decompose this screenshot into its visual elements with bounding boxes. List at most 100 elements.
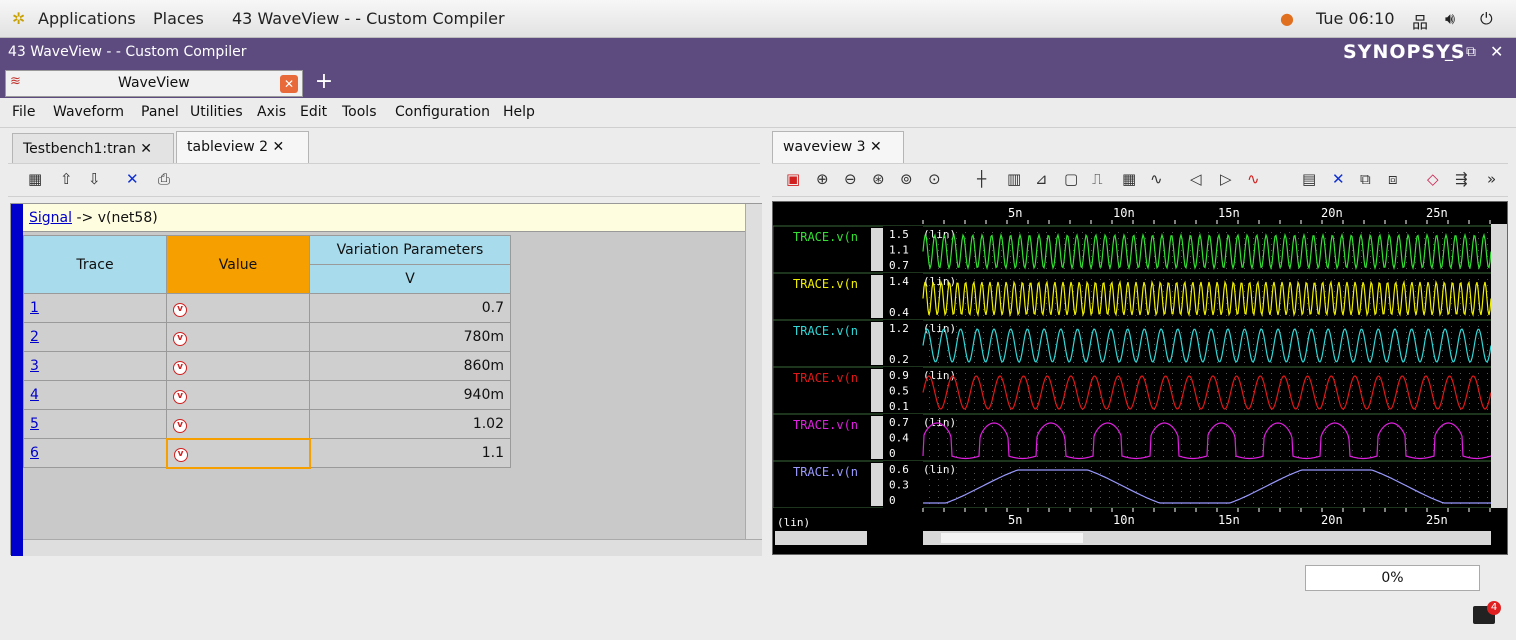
trace-row-scrollbar[interactable] — [871, 322, 883, 365]
grid-dot — [1406, 291, 1407, 292]
table-row[interactable]: 2 v 780m — [23, 322, 511, 352]
cursor-icon[interactable]: ┼ — [977, 170, 986, 188]
header-variation[interactable]: Variation Parameters — [309, 235, 511, 265]
applications-menu[interactable]: Applications — [38, 9, 136, 28]
export-icon[interactable]: ⎙ — [158, 170, 170, 188]
signal-link[interactable]: Signal — [29, 210, 72, 226]
menu-help[interactable]: Help — [503, 104, 535, 120]
trace-link[interactable]: 5 — [30, 416, 39, 432]
trace-row-scrollbar[interactable] — [871, 228, 883, 271]
remove-trace-icon[interactable]: ✕ — [1332, 170, 1345, 188]
zoom-out-icon[interactable]: ⊖ — [844, 170, 857, 188]
value-icon[interactable]: v — [173, 418, 187, 433]
header-v[interactable]: V — [309, 264, 511, 294]
measure-icon[interactable]: ⊿ — [1035, 170, 1048, 188]
tab-waveview[interactable]: ≋ WaveView ✕ — [5, 70, 303, 97]
table-row[interactable]: 5 v 1.02 — [23, 409, 511, 439]
export-wave-icon[interactable]: ⇶ — [1455, 170, 1468, 188]
trace-row-scrollbar[interactable] — [871, 369, 883, 412]
table-row[interactable]: 3 v 860m — [23, 351, 511, 381]
wave-vertical-scrollbar[interactable] — [1491, 224, 1507, 512]
menu-tools[interactable]: Tools — [342, 104, 377, 120]
label-horizontal-scrollbar[interactable] — [775, 531, 867, 545]
table-row[interactable]: 4 v 940m — [23, 380, 511, 410]
clock[interactable]: Tue 06:10 — [1316, 9, 1395, 28]
trace-link[interactable]: 1 — [30, 300, 39, 316]
notification-badge[interactable]: 4 — [1487, 601, 1501, 615]
active-window-title[interactable]: 43 WaveView - - Custom Compiler — [232, 9, 505, 28]
delete-icon[interactable]: ✕ — [126, 170, 139, 188]
places-menu[interactable]: Places — [153, 9, 204, 28]
trace-link[interactable]: 6 — [30, 445, 39, 461]
grid-dot — [1487, 420, 1488, 421]
annotate-icon[interactable]: ▢ — [1064, 170, 1078, 188]
analog-icon[interactable]: ∿ — [1150, 170, 1163, 188]
move-down-icon[interactable]: ⇩ — [88, 170, 101, 188]
grid-dot — [1064, 491, 1065, 492]
trace-link[interactable]: 4 — [30, 387, 39, 403]
value-icon[interactable]: v — [173, 361, 187, 375]
grid-dot — [1181, 256, 1182, 257]
table-horizontal-scrollbar[interactable] — [23, 539, 762, 556]
tab-testbench[interactable]: Testbench1:tran ✕ — [12, 133, 174, 163]
table-row[interactable]: 1 v 0.7 — [23, 293, 511, 323]
menu-axis[interactable]: Axis — [257, 104, 286, 120]
grid-dot — [1172, 497, 1173, 498]
grid-icon[interactable]: ▦ — [28, 170, 42, 188]
panel-icon[interactable]: ▤ — [1302, 170, 1316, 188]
more-icon[interactable]: » — [1487, 170, 1496, 188]
grid-dot — [1262, 350, 1263, 351]
wave-marker-icon[interactable]: ∿ — [1247, 170, 1260, 188]
status-icon[interactable]: ● — [1280, 9, 1294, 28]
zoom-y-icon[interactable]: ⊙ — [928, 170, 941, 188]
trace-row-scrollbar[interactable] — [871, 275, 883, 318]
prev-icon[interactable]: ◁ — [1190, 170, 1202, 188]
grid-dot — [1343, 303, 1344, 304]
overlay-icon[interactable]: ⧈ — [1388, 170, 1398, 188]
network-icon[interactable]: 品 — [1412, 9, 1428, 33]
menu-edit[interactable]: Edit — [300, 104, 327, 120]
trace-link[interactable]: 2 — [30, 329, 39, 345]
add-tab-button[interactable]: + — [310, 70, 338, 96]
volume-icon[interactable]: 🔊︎ — [1445, 9, 1455, 29]
menu-utilities[interactable]: Utilities — [190, 104, 243, 120]
value-icon[interactable]: v — [173, 332, 187, 346]
value-icon[interactable]: v — [173, 390, 187, 404]
table-vertical-scrollbar[interactable] — [745, 204, 762, 539]
move-up-icon[interactable]: ⇧ — [60, 170, 73, 188]
zoom-region-icon[interactable]: ⊛ — [872, 170, 885, 188]
grid-dot — [983, 467, 984, 468]
trace-link[interactable]: 3 — [30, 358, 39, 374]
wave-scroll-thumb[interactable] — [941, 533, 1083, 543]
grid-toggle-icon[interactable]: ▦ — [1122, 170, 1136, 188]
next-icon[interactable]: ▷ — [1220, 170, 1232, 188]
value-icon[interactable]: v — [173, 303, 187, 317]
grid-dot — [1163, 256, 1164, 257]
zoom-x-icon[interactable]: ⊚ — [900, 170, 913, 188]
header-value[interactable]: Value — [166, 235, 310, 294]
table-row[interactable]: 6 v 1.1 — [23, 437, 511, 469]
trace-row-scrollbar[interactable] — [871, 463, 883, 506]
tab-waveview-3[interactable]: waveview 3 ✕ — [772, 131, 904, 163]
close-window-icon[interactable]: ✕ — [1490, 42, 1503, 61]
menu-configuration[interactable]: Configuration — [395, 104, 490, 120]
waveform-panel[interactable]: 5n 10n 15n 20n 25n TRACE.v(n 1.5 1.1 0.7 (lin) TRA… — [772, 201, 1508, 555]
digital-icon[interactable]: ⎍ — [1092, 170, 1103, 188]
menu-waveform[interactable]: Waveform — [53, 104, 124, 120]
bus-icon[interactable]: ▥ — [1007, 170, 1021, 188]
trace-row-scrollbar[interactable] — [871, 416, 883, 459]
header-trace[interactable]: Trace — [23, 235, 167, 294]
zoom-fit-icon[interactable]: ▣ — [786, 170, 800, 188]
close-tab-icon[interactable]: ✕ — [280, 75, 298, 93]
stack-icon[interactable]: ⧉ — [1360, 170, 1371, 188]
menu-panel[interactable]: Panel — [141, 104, 179, 120]
menu-file[interactable]: File — [12, 104, 35, 120]
erase-icon[interactable]: ◇ — [1427, 170, 1439, 188]
tab-tableview[interactable]: tableview 2 ✕ — [176, 131, 309, 163]
power-icon[interactable]: ⏻ — [1480, 9, 1493, 29]
zoom-in-icon[interactable]: ⊕ — [816, 170, 829, 188]
applications-icon[interactable]: ✲ — [12, 9, 25, 28]
value-icon[interactable]: v — [173, 448, 188, 462]
restore-icon[interactable]: ⧉ — [1466, 44, 1476, 60]
minimize-icon[interactable]: _ — [1445, 42, 1453, 61]
